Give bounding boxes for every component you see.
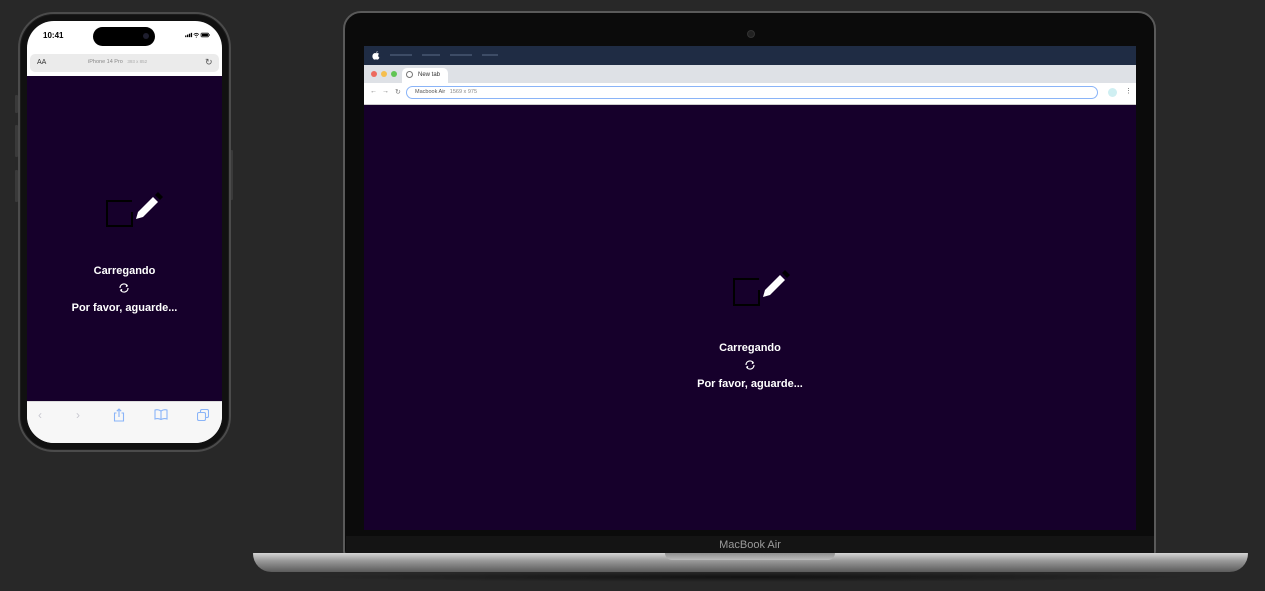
safari-toolbar: ‹ › [27,401,222,443]
tabs-icon[interactable] [197,409,209,421]
tab-label: New tab [418,72,441,78]
status-time: 10:41 [43,31,64,40]
laptop-shadow [300,572,1200,582]
tab-new-tab[interactable]: New tab [402,68,448,83]
edit-icon [106,192,163,227]
chevron-right-icon[interactable]: › [76,408,80,422]
globe-icon [406,71,413,78]
share-icon[interactable] [113,408,125,422]
sync-icon [745,360,755,370]
close-window-button[interactable] [371,71,377,77]
address-device-name: iPhone 14 Pro [88,59,123,65]
address-text: iPhone 14 Pro 393 x 852 [88,59,147,65]
forward-arrow-icon[interactable]: → [382,88,389,95]
loading-title: Carregando [719,342,781,354]
omnibox-dimensions: 1569 x 975 [449,89,478,95]
macbook-opening-notch [665,553,835,560]
chrome-toolbar: ← → ↻ Macbook Air 1569 x 975 ⋮ [364,83,1136,105]
reload-icon[interactable]: ↻ [205,57,213,68]
loading-subtitle: Por favor, aguarde... [697,378,803,390]
omnibox-text: Macbook Air 1569 x 975 [415,89,477,95]
loading-subtitle: Por favor, aguarde... [71,302,178,314]
chevron-left-icon[interactable]: ‹ [38,408,42,422]
sync-icon [119,283,129,293]
book-icon[interactable] [154,409,168,420]
loading-title: Carregando [93,265,156,277]
omnibox-device-name: Macbook Air [415,89,446,95]
kebab-menu-icon[interactable]: ⋮ [1125,87,1132,95]
back-arrow-icon[interactable]: ← [370,88,377,95]
reload-icon[interactable]: ↻ [395,88,401,96]
omnibox[interactable]: Macbook Air 1569 x 975 [406,86,1098,99]
wifi-icon [193,32,200,38]
phone-app-viewport: Carregando Por favor, aguarde... [27,76,222,401]
profile-avatar[interactable] [1108,88,1117,97]
safari-address-bar[interactable]: AA iPhone 14 Pro 393 x 852 ↻ [30,54,219,72]
menu-item-placeholder[interactable] [422,54,440,56]
menu-item-placeholder[interactable] [482,54,498,56]
status-icons [185,32,210,38]
maximize-window-button[interactable] [391,71,397,77]
signal-icon [185,32,193,38]
address-dimensions: 393 x 852 [127,59,148,64]
mac-menu-bar [364,46,1136,65]
menu-item-placeholder[interactable] [390,54,412,56]
iphone-screen: 10:41 AA iPhone 14 Pro 393 x 852 ↻ Carre… [27,21,222,443]
edit-icon [733,270,790,306]
minimize-window-button[interactable] [381,71,387,77]
macbook-camera [747,30,755,38]
camera-dot [143,33,149,39]
text-size-button[interactable]: AA [37,59,46,66]
chrome-tab-strip: New tab [364,65,1136,83]
macbook-screen: New tab ← → ↻ Macbook Air 1569 x 975 ⋮ C… [364,46,1136,530]
macbook-label: MacBook Air [719,539,781,551]
apple-logo-icon[interactable] [372,51,380,60]
battery-icon [200,32,210,38]
menu-item-placeholder[interactable] [450,54,472,56]
